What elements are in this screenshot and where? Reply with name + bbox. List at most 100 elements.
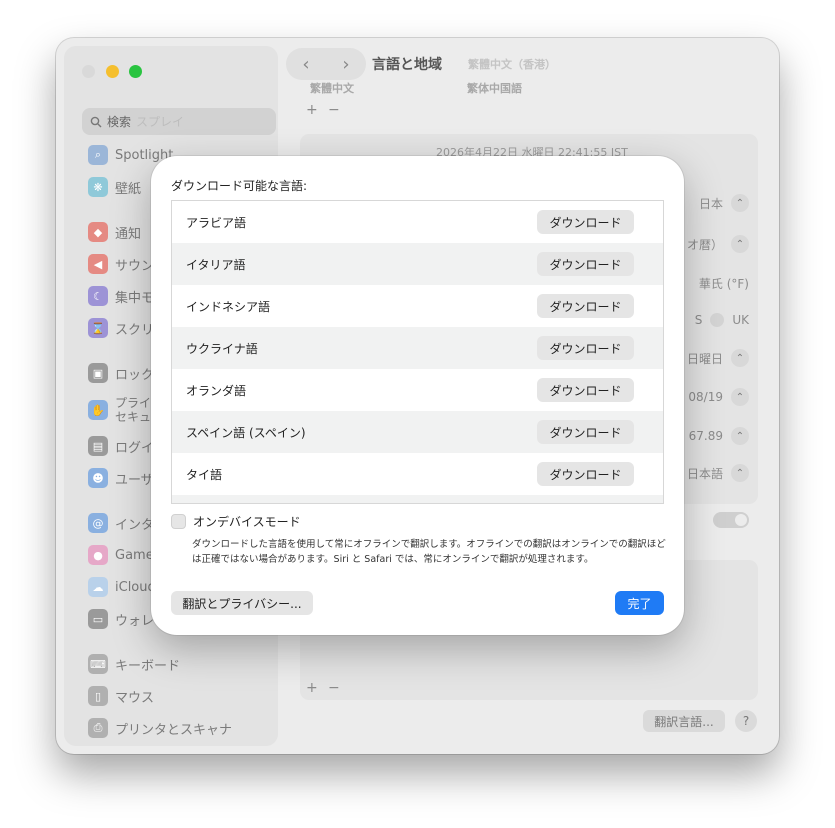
row-value: 67.89 (688, 429, 723, 443)
game-center-icon: ● (88, 545, 108, 565)
download-button[interactable]: ダウンロード (537, 210, 634, 234)
wallet-icon: ▭ (88, 609, 108, 629)
remove-app-button[interactable]: − (328, 680, 340, 696)
language-row: インドネシア語 ダウンロード (172, 285, 663, 327)
sidebar-item-label: プリンタとスキャナ (115, 722, 233, 738)
printer-icon: ⎙ (88, 718, 108, 738)
search-placeholder: 検索 (107, 115, 132, 129)
download-button[interactable]: ダウンロード (537, 462, 634, 486)
on-device-mode-option[interactable]: オンデバイスモード (171, 513, 301, 530)
on-device-mode-description: ダウンロードした言語を使用して常にオフラインで翻訳します。オフラインでの翻訳はオ… (192, 539, 666, 565)
download-button[interactable]: ダウンロード (537, 294, 634, 318)
language-row: イタリア語 ダウンロード (172, 243, 663, 285)
done-button[interactable]: 完了 (615, 591, 664, 615)
sidebar-item-label: 壁紙 (115, 181, 142, 197)
language-name: イタリア語 (186, 257, 246, 272)
date-format-row[interactable]: 08/19 ⌃ (688, 388, 749, 406)
notifications-icon: ◆ (88, 222, 108, 242)
sidebar-item-keyboard[interactable]: ⌨ キーボード (88, 653, 180, 675)
on-device-mode-checkbox[interactable] (171, 514, 186, 529)
keyboard-icon: ⌨ (88, 654, 108, 674)
language-list[interactable]: アラビア語 ダウンロード イタリア語 ダウンロード インドネシア語 ダウンロード… (171, 200, 664, 504)
lock-screen-icon: ▣ (88, 363, 108, 383)
measurement-row[interactable]: S UK (695, 313, 749, 327)
help-button[interactable]: ? (735, 710, 757, 732)
internet-accounts-icon: @ (88, 513, 108, 533)
mouse-icon: ▯ (88, 686, 108, 706)
number-format-row[interactable]: 67.89 ⌃ (689, 427, 749, 445)
language-list-header-left: 繁體中文 (310, 82, 354, 95)
downloadable-languages-dialog: ダウンロード可能な言語: アラビア語 ダウンロード イタリア語 ダウンロード イ… (151, 156, 684, 635)
translation-languages-button[interactable]: 翻訳言語... (643, 710, 725, 732)
close-window-button[interactable] (82, 65, 95, 78)
language-name: ウクライナ語 (186, 341, 258, 356)
search-icon (90, 116, 102, 127)
add-language-button[interactable]: + (306, 102, 318, 118)
temperature-row[interactable]: 華氏 (°F) (699, 275, 749, 292)
forward-button[interactable]: › (342, 54, 349, 75)
back-button[interactable]: ‹ (302, 54, 309, 75)
chevron-updown-icon: ⌃ (731, 427, 749, 445)
row-value-right: UK (732, 313, 749, 327)
row-value: オ暦） (686, 237, 723, 252)
row-value: 08/19 (688, 390, 723, 404)
chevron-updown-icon: ⌃ (731, 235, 749, 253)
language-name: オランダ語 (186, 383, 247, 398)
remove-language-button[interactable]: − (328, 102, 340, 118)
row-value: 日曜日 (686, 351, 723, 366)
language-name: アラビア語 (186, 215, 247, 230)
sidebar-item-label: マウス (115, 690, 155, 706)
row-value: 日本 (698, 196, 723, 211)
add-app-button[interactable]: + (306, 680, 318, 696)
live-text-toggle[interactable] (713, 512, 749, 528)
language-row: アラビア語 ダウンロード (172, 201, 663, 243)
language-list-header-right: 繁体中国語 (467, 82, 522, 95)
chevron-updown-icon: ⌃ (731, 349, 749, 367)
download-button[interactable]: ダウンロード (537, 420, 634, 444)
download-button[interactable]: ダウンロード (537, 336, 634, 360)
language-name: インドネシア語 (186, 299, 271, 314)
row-value: 日本語 (686, 466, 723, 481)
language-name: スペイン語 (スペイン) (186, 425, 306, 440)
spotlight-icon: ⌕ (88, 145, 108, 165)
sidebar-item-label: キーボード (115, 658, 181, 674)
icloud-icon: ☁ (88, 577, 108, 597)
region-row[interactable]: 日本 ⌃ (699, 194, 749, 212)
sidebar-item-label: 通知 (115, 226, 142, 242)
list-sort-row[interactable]: 日本語 ⌃ (687, 464, 749, 482)
nav-buttons: ‹ › (286, 48, 366, 80)
wallpaper-icon: ❋ (88, 177, 108, 197)
sidebar-item-label: iCloud (115, 579, 156, 595)
sidebar-item-printers[interactable]: ⎙ プリンタとスキャナ (88, 717, 232, 739)
sidebar-item-wallpaper[interactable]: ❋ 壁紙 (88, 176, 141, 198)
row-value-left: S (694, 313, 703, 327)
language-row: ウクライナ語 ダウンロード (172, 327, 663, 369)
language-row: スペイン語 (スペイン) ダウンロード (172, 411, 663, 453)
privacy-icon: ✋ (88, 400, 108, 420)
sidebar-item-mouse[interactable]: ▯ マウス (88, 685, 154, 707)
language-row-partial (172, 495, 663, 503)
maximize-window-button[interactable] (129, 65, 142, 78)
minimize-window-button[interactable] (106, 65, 119, 78)
sidebar-item-notifications[interactable]: ◆ 通知 (88, 221, 141, 243)
header-ghost-text: 繁體中文（香港） (468, 58, 556, 71)
chevron-updown-icon: ⌃ (731, 194, 749, 212)
dialog-title: ダウンロード可能な言語: (171, 179, 308, 193)
sidebar-search-input[interactable]: 検索 スプレイ (82, 108, 276, 135)
on-device-mode-label: オンデバイスモード (193, 515, 301, 529)
row-value: 華氏 (°F) (698, 277, 749, 291)
radio-button[interactable] (710, 313, 725, 327)
first-day-row[interactable]: 日曜日 ⌃ (687, 349, 749, 367)
sidebar-item-icloud[interactable]: ☁ iCloud (88, 576, 156, 598)
chevron-updown-icon: ⌃ (731, 388, 749, 406)
calendar-row[interactable]: オ暦） ⌃ (687, 235, 749, 253)
sound-icon: ◀ (88, 254, 108, 274)
translation-privacy-button[interactable]: 翻訳とプライバシー... (171, 591, 313, 615)
login-icon: ▤ (88, 436, 108, 456)
download-button[interactable]: ダウンロード (537, 378, 634, 402)
window-title: 言語と地域 (372, 57, 442, 73)
users-icon: ☻ (88, 468, 108, 488)
focus-icon: ☾ (88, 286, 108, 306)
download-button[interactable]: ダウンロード (537, 252, 634, 276)
chevron-updown-icon: ⌃ (731, 464, 749, 482)
